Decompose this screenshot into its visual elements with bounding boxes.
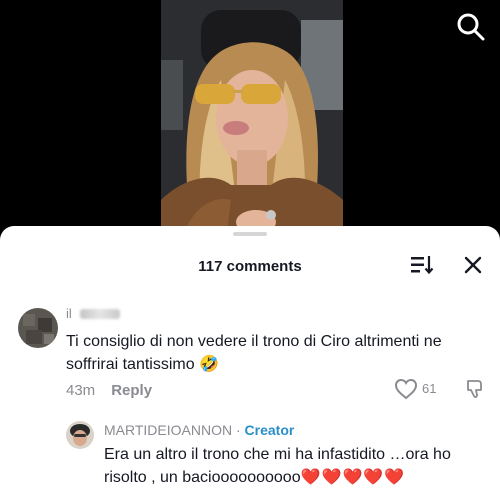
close-icon xyxy=(464,256,482,274)
avatar[interactable] xyxy=(18,308,58,348)
comment-username[interactable]: il xyxy=(66,306,72,321)
like-count: 61 xyxy=(422,381,437,396)
separator-dot: · xyxy=(232,422,245,438)
heart-outline-icon xyxy=(394,378,418,400)
blurred-avatar-image xyxy=(18,308,58,348)
creator-avatar[interactable] xyxy=(66,421,94,449)
close-button[interactable] xyxy=(462,254,484,276)
video-area[interactable] xyxy=(0,0,500,240)
comment-text: Ti consiglio di non vedere il trono di C… xyxy=(66,333,442,373)
dislike-button[interactable] xyxy=(464,378,486,400)
drag-handle[interactable] xyxy=(233,232,267,236)
reply-text-block: Era un altro il trono che mi ha infastid… xyxy=(104,443,496,489)
reply-button[interactable]: Reply xyxy=(111,382,152,399)
heart-emojis: ❤️❤️❤️❤️❤️ xyxy=(300,469,406,486)
reply-username[interactable]: MARTIDEIOANNON xyxy=(104,422,232,438)
blurred-username xyxy=(80,309,120,319)
like-button[interactable]: 61 xyxy=(394,378,444,402)
thumbs-down-icon xyxy=(467,380,482,398)
comments-sheet: 117 comments il Ti consiglio di non vede… xyxy=(0,226,500,496)
sort-icon xyxy=(411,256,434,275)
video-still xyxy=(161,0,343,240)
search-icon xyxy=(457,13,485,41)
creator-badge: Creator xyxy=(244,422,295,438)
video-frame[interactable] xyxy=(161,0,343,240)
comment-time: 43m xyxy=(66,382,96,399)
search-button[interactable] xyxy=(452,8,488,44)
sort-button[interactable] xyxy=(410,254,434,276)
creator-avatar-image xyxy=(66,421,94,449)
comment-meta: 43m Reply xyxy=(66,382,152,399)
creator-username-line: MARTIDEIOANNON · Creator xyxy=(104,422,294,438)
